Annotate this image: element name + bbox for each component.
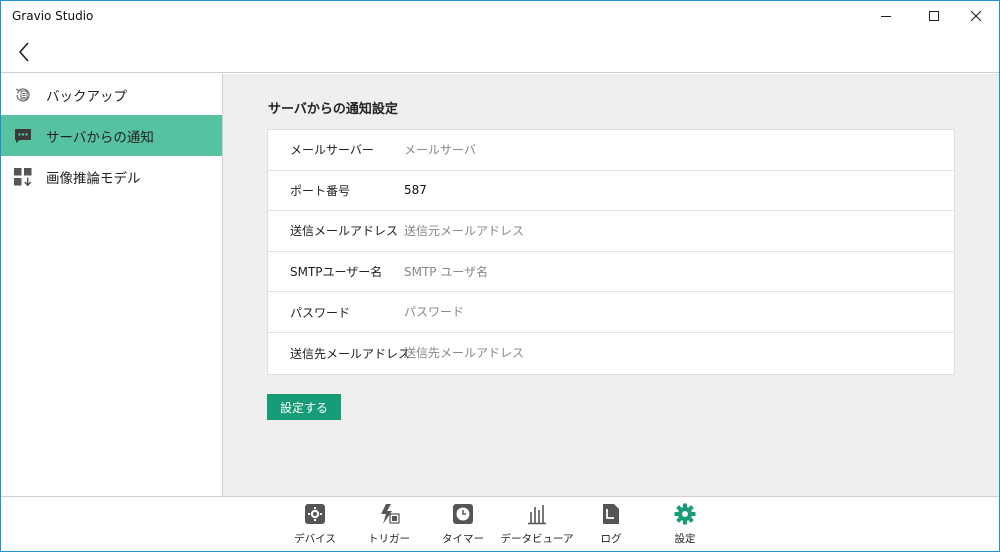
- title-bar: Gravio Studio: [1, 1, 999, 31]
- password-input[interactable]: [404, 297, 954, 328]
- apply-settings-button[interactable]: 設定する: [267, 394, 341, 420]
- sidebar-item-label: バックアップ: [46, 88, 127, 105]
- close-button[interactable]: [953, 1, 999, 31]
- nav-label: デバイス: [294, 533, 336, 545]
- backup-icon: [13, 85, 33, 105]
- chat-icon: [13, 126, 33, 146]
- back-arrow-icon: [18, 42, 29, 62]
- nav-label: タイマー: [442, 533, 484, 545]
- nav-label: トリガー: [368, 533, 410, 545]
- nav-label: データビューア: [500, 533, 574, 545]
- field-label: メールサーバー: [290, 143, 374, 158]
- sidebar-item-server-notification[interactable]: サーバからの通知: [1, 115, 222, 156]
- sidebar-item-label: 画像推論モデル: [46, 170, 141, 187]
- main-content: サーバからの通知設定 メールサーバー ポート番号 送信メールアドレス SMTPユ…: [223, 74, 999, 496]
- window-title: Gravio Studio: [12, 9, 94, 23]
- sidebar-item-backup[interactable]: バックアップ: [1, 74, 222, 115]
- form-row-smtp-user: SMTPユーザー名: [268, 252, 954, 293]
- maximize-button[interactable]: [911, 1, 957, 31]
- settings-icon: [674, 503, 696, 525]
- form-row-password: パスワード: [268, 292, 954, 333]
- field-label: パスワード: [290, 305, 351, 320]
- field-label: ポート番号: [290, 183, 351, 198]
- model-download-icon: [13, 167, 33, 187]
- trigger-icon: [378, 503, 400, 525]
- nav-item-timer[interactable]: タイマー: [428, 503, 498, 547]
- field-label: SMTPユーザー名: [290, 265, 383, 280]
- nav-item-settings[interactable]: 設定: [650, 503, 720, 547]
- nav-item-trigger[interactable]: トリガー: [354, 503, 424, 547]
- close-icon: [970, 10, 982, 22]
- mail-server-input[interactable]: [404, 134, 954, 165]
- maximize-icon: [929, 11, 939, 21]
- nav-item-device[interactable]: デバイス: [280, 503, 350, 547]
- minimize-icon: [881, 15, 891, 17]
- app-window: Gravio Studio バックアップ サーバからの通知 画像推論モデル サー…: [0, 0, 1000, 552]
- port-number-input[interactable]: [404, 175, 954, 206]
- back-button[interactable]: [11, 37, 37, 67]
- data-viewer-icon: [526, 503, 548, 525]
- form-row-sender-email: 送信メールアドレス: [268, 211, 954, 252]
- timer-icon: [452, 503, 474, 525]
- minimize-button[interactable]: [863, 1, 909, 31]
- log-icon: [600, 503, 622, 525]
- section-title: サーバからの通知設定: [268, 102, 398, 117]
- notification-settings-form: メールサーバー ポート番号 送信メールアドレス SMTPユーザー名 パスワード …: [267, 129, 955, 375]
- nav-item-log[interactable]: ログ: [576, 503, 646, 547]
- navigation-bar: [1, 31, 999, 73]
- form-row-port: ポート番号: [268, 171, 954, 212]
- form-row-recipient-email: 送信先メールアドレス: [268, 333, 954, 374]
- sender-email-input[interactable]: [404, 215, 954, 246]
- sidebar-item-image-model[interactable]: 画像推論モデル: [1, 156, 222, 197]
- smtp-username-input[interactable]: [404, 256, 954, 287]
- sidebar-item-label: サーバからの通知: [46, 129, 154, 146]
- device-icon: [304, 503, 326, 525]
- settings-sidebar: バックアップ サーバからの通知 画像推論モデル: [1, 74, 223, 496]
- field-label: 送信メールアドレス: [290, 224, 399, 239]
- form-row-mail-server: メールサーバー: [268, 130, 954, 171]
- nav-label: ログ: [600, 533, 622, 545]
- recipient-email-input[interactable]: [404, 338, 954, 369]
- nav-label: 設定: [674, 533, 696, 545]
- bottom-navigation: デバイス トリガー タイマー データビューア ログ 設定: [1, 496, 999, 551]
- nav-item-data-viewer[interactable]: データビューア: [500, 503, 574, 547]
- field-label: 送信先メールアドレス: [290, 346, 411, 361]
